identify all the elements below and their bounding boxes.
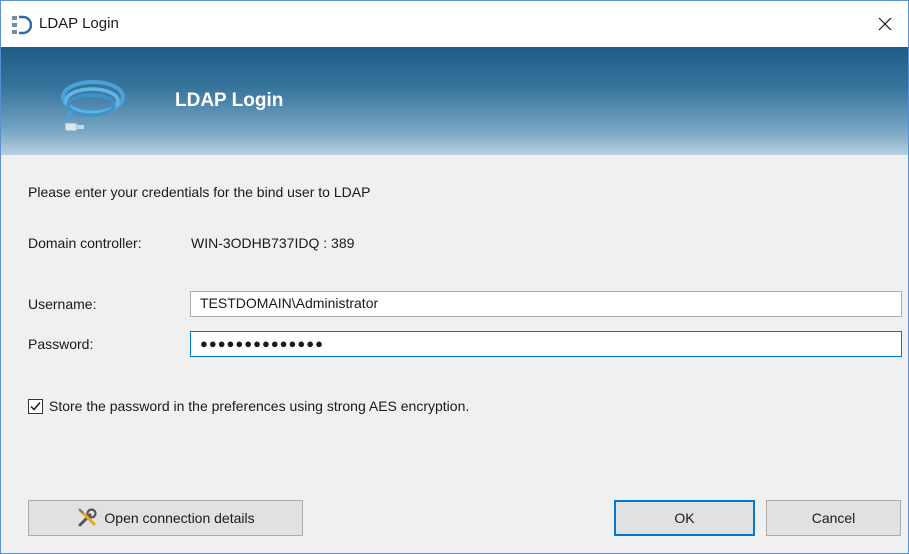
open-connection-details-button[interactable]: Open connection details: [28, 500, 303, 536]
intro-text: Please enter your credentials for the bi…: [28, 184, 371, 200]
store-password-checkbox[interactable]: [28, 398, 43, 414]
window-title: LDAP Login: [39, 15, 119, 32]
cancel-button[interactable]: Cancel: [766, 500, 901, 536]
checkmark-icon: [30, 401, 41, 411]
banner-title: LDAP Login: [175, 90, 284, 111]
ldap-login-dialog: LDAP Login LDAP Login Please enter your …: [0, 0, 909, 554]
ok-button[interactable]: OK: [614, 500, 755, 536]
domain-controller-value: WIN-3ODHB737IDQ : 389: [191, 235, 355, 251]
store-password-option[interactable]: Store the password in the preferences us…: [28, 398, 469, 414]
dialog-content: Please enter your credentials for the bi…: [1, 155, 908, 553]
username-label: Username:: [28, 296, 97, 312]
network-cable-icon: [51, 67, 131, 139]
title-bar: LDAP Login: [1, 1, 908, 47]
store-password-label: Store the password in the preferences us…: [49, 398, 470, 414]
password-field[interactable]: ●●●●●●●●●●●●●●: [190, 331, 902, 357]
tools-icon: [76, 507, 98, 529]
ldap-app-icon: [10, 14, 33, 36]
ok-label: OK: [674, 510, 695, 526]
cancel-label: Cancel: [811, 510, 856, 526]
open-connection-details-label: Open connection details: [104, 510, 255, 526]
password-label: Password:: [28, 336, 94, 352]
username-field[interactable]: TESTDOMAIN\Administrator: [190, 291, 902, 317]
domain-controller-label: Domain controller:: [28, 235, 142, 251]
header-banner: LDAP Login: [1, 47, 908, 155]
password-value: ●●●●●●●●●●●●●●: [200, 336, 324, 351]
username-value: TESTDOMAIN\Administrator: [200, 295, 379, 311]
close-icon: [878, 17, 892, 31]
close-button[interactable]: [862, 1, 908, 47]
